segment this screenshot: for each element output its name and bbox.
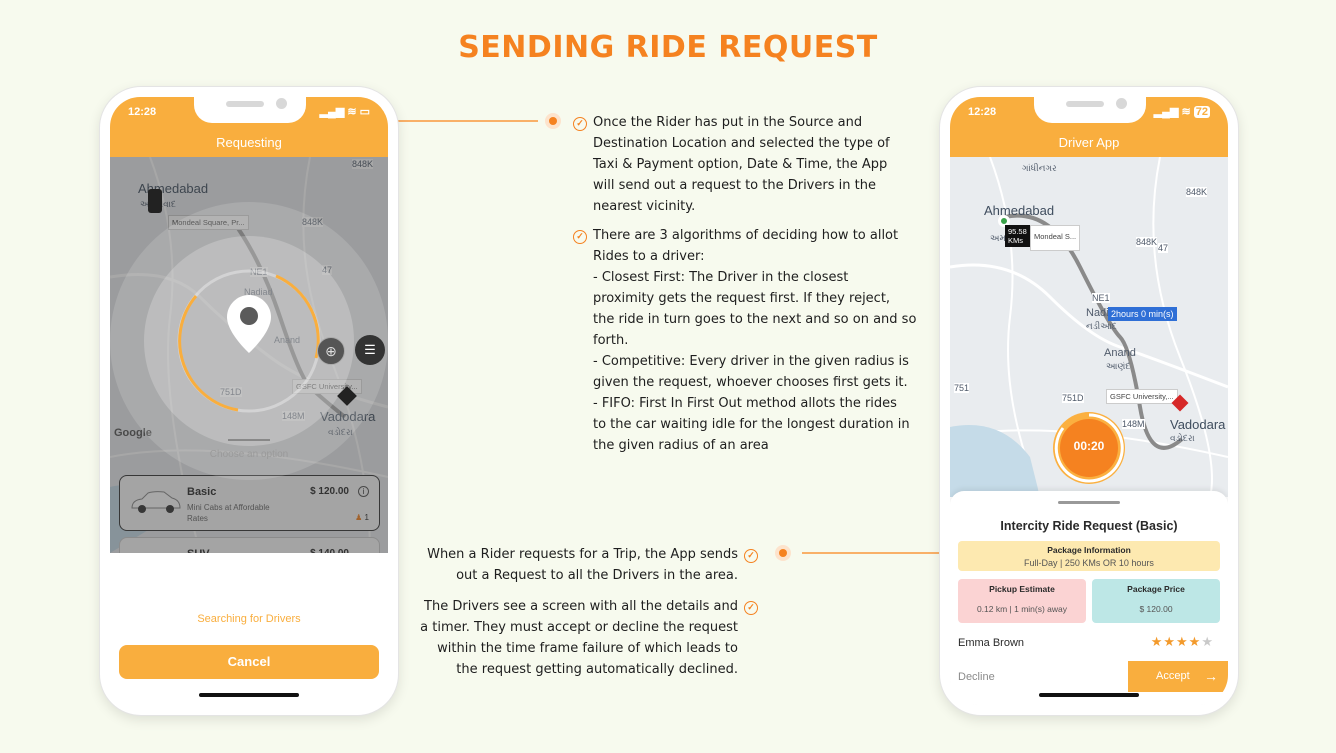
rider-phone: Requesting 12:28 ▂▄▆ ≋ ▭ Ahmedabad અમદાવ…: [99, 86, 399, 716]
map-label-anand-local: આણંદ: [1106, 361, 1131, 371]
map-label-vadodara-local: વડોદરા: [1170, 433, 1195, 443]
connector-line-top: [398, 120, 538, 122]
check-icon: ✓: [573, 230, 587, 244]
ride-request-sheet: Intercity Ride Request (Basic) Package I…: [950, 491, 1228, 705]
explanation-rider-request: When a Rider requests for a Trip, the Ap…: [427, 547, 738, 583]
road-label: NE1: [1092, 293, 1110, 303]
rider-name: Emma Brown: [958, 637, 1025, 649]
cancel-button[interactable]: Cancel: [119, 645, 379, 679]
road-label: 848K: [1186, 187, 1208, 197]
sheet-handle: [228, 439, 270, 441]
package-price-header: Package Price: [1127, 584, 1185, 594]
decline-button[interactable]: Decline: [958, 671, 995, 683]
explanation-driver-screen: The Drivers see a screen with all the de…: [420, 599, 738, 677]
car-marker-icon: [148, 189, 162, 213]
accept-label: Accept: [1156, 670, 1190, 682]
status-time: 12:28: [128, 106, 157, 118]
explanation-request: Once the Rider has put in the Source and…: [593, 115, 890, 214]
searching-status: Searching for Drivers: [197, 613, 301, 625]
request-timer: 00:20: [1051, 410, 1127, 486]
package-info-box: Package Information Full-Day | 250 KMs O…: [958, 541, 1220, 571]
location-pin-icon: [227, 295, 271, 353]
notch: [194, 97, 306, 123]
connector-dot-top: [545, 113, 561, 129]
ride-request-title: Intercity Ride Request (Basic): [1000, 519, 1178, 533]
choose-option-label: Choose an option: [209, 449, 289, 460]
map-label-top: ગાંધીનગર: [1022, 163, 1057, 173]
road-label: 47: [1158, 243, 1169, 253]
check-icon: ✓: [573, 117, 587, 131]
pickup-estimate-box: Pickup Estimate 0.12 km | 1 min(s) away: [958, 579, 1086, 623]
signal-wifi-battery-icon: ▂▄▆ ≋ ▭: [319, 106, 370, 118]
package-info-header: Package Information: [1047, 545, 1131, 555]
notch: [1034, 97, 1146, 123]
road-label: 751: [954, 383, 970, 393]
home-indicator: [199, 693, 299, 697]
sheet-handle[interactable]: [1058, 501, 1120, 504]
package-info-value: Full-Day | 250 KMs OR 10 hours: [1024, 558, 1154, 568]
rider-screen: Requesting 12:28 ▂▄▆ ≋ ▭ Ahmedabad અમદાવ…: [110, 97, 388, 705]
status-time: 12:28: [968, 106, 997, 118]
accept-button[interactable]: Accept →: [1128, 661, 1228, 692]
destination-location-tag: GSFC University,...: [1106, 389, 1178, 404]
pickup-estimate-value: 0.12 km | 1 min(s) away: [976, 604, 1068, 614]
rider-rating-stars: ★★★★★: [1150, 634, 1214, 649]
package-price-box: Package Price $ 120.00: [1092, 579, 1220, 623]
map-label-nadiad-local: નડીઆદ: [1086, 321, 1117, 331]
connector-line-bottom: [802, 552, 940, 554]
map-label-nadiad: Nadi: [1086, 307, 1109, 319]
timer-countdown: 00:20: [1073, 439, 1105, 453]
road-label: 848K: [1136, 237, 1158, 247]
header-title: Requesting: [216, 135, 282, 150]
signal-wifi-battery-icon: ▂▄▆ ≋ 72: [1153, 106, 1210, 118]
arrow-right-icon: →: [1204, 668, 1218, 684]
driver-screen: Driver App 12:28 ▂▄▆ ≋ 72 ગાંધીનગર Ahmed…: [950, 97, 1228, 705]
check-icon: ✓: [744, 549, 758, 563]
road-label: 751D: [1062, 393, 1084, 403]
map-label-vadodara: Vadodara: [1170, 417, 1226, 432]
recenter-location-button[interactable]: ⊕: [317, 337, 345, 365]
driver-phone: Driver App 12:28 ▂▄▆ ≋ 72 ગાંધીનગર Ahmed…: [939, 86, 1239, 716]
searching-panel: Searching for Drivers Cancel: [110, 553, 388, 705]
map-label-anand: Anand: [1104, 347, 1136, 359]
explanation-algorithms: There are 3 algorithms of deciding how t…: [593, 228, 917, 453]
header-title: Driver App: [1058, 135, 1120, 150]
map-label-city: Ahmedabad: [984, 203, 1055, 218]
pickup-estimate-header: Pickup Estimate: [989, 584, 1055, 594]
distance-badge: 95.58 KMs: [1005, 225, 1030, 247]
check-icon: ✓: [744, 601, 758, 615]
home-indicator: [1039, 693, 1139, 697]
filter-settings-button[interactable]: ☰: [355, 335, 385, 365]
connector-dot-bottom: [775, 545, 791, 561]
package-price-value: $ 120.00: [1139, 604, 1173, 614]
source-location-tag: Mondeal S...: [1030, 225, 1081, 251]
page-title: SENDING RIDE REQUEST: [458, 30, 878, 65]
duration-badge: 2hours 0 min(s): [1108, 307, 1177, 321]
